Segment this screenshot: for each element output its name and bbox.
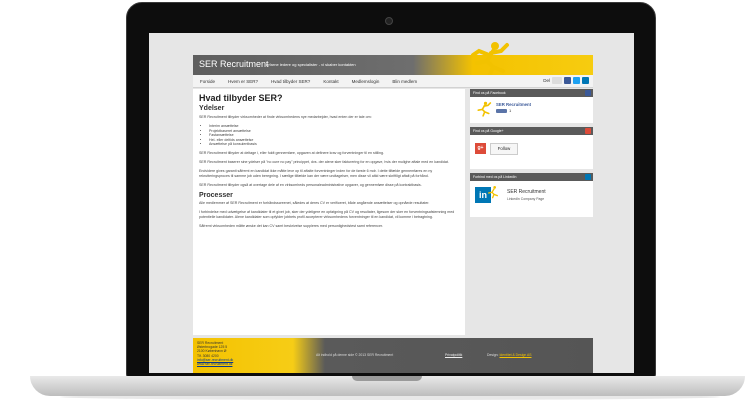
- facebook-icon[interactable]: [564, 77, 571, 84]
- nav-item-forside[interactable]: Forside: [200, 79, 215, 84]
- site-logo[interactable]: SER Recruitment: [199, 59, 269, 69]
- linkedin-widget: Forbind med os på LinkedIn in SER Recrui…: [470, 173, 593, 217]
- nav-item-kontakt[interactable]: Kontakt: [323, 79, 338, 84]
- laptop-lid: SER Recruitment erfarne ledere og specia…: [126, 2, 656, 380]
- nav-item-hvem[interactable]: Hvem er SER?: [228, 79, 258, 84]
- nav-item-bliv-medlem[interactable]: Blin medlem: [392, 79, 417, 84]
- linkedin-icon[interactable]: [585, 174, 591, 180]
- runner-logo-icon: [471, 42, 509, 79]
- section-heading-ydelser: Ydelser: [199, 105, 225, 112]
- laptop-base: [30, 376, 745, 396]
- camera-icon: [385, 17, 393, 25]
- widget-header: Find os på Facebook: [470, 89, 593, 97]
- widget-header: Find os på Google+: [470, 127, 593, 135]
- nav-item-medlemslogin[interactable]: Medlemslogin: [352, 79, 380, 84]
- widget-header: Forbind med os på LinkedIn: [470, 173, 593, 181]
- runner-logo-icon: [477, 101, 492, 117]
- widget-title: Find os på Google+: [473, 129, 504, 133]
- paragraph: I forbindelse med udvælgelse af kandidat…: [199, 209, 455, 219]
- share-label: Del: [543, 78, 550, 83]
- share-counter[interactable]: [552, 77, 562, 84]
- paragraph: Endvidere gives garanti såfremt en kandi…: [199, 168, 433, 178]
- laptop-screen: SER Recruitment erfarne ledere og specia…: [149, 33, 634, 373]
- site-header: SER Recruitment erfarne ledere og specia…: [193, 42, 593, 79]
- paragraph: Såfremt virksomheden måtte ønske det kan…: [199, 223, 383, 228]
- footer-web-link[interactable]: www.ser-recruitment.dk: [197, 362, 233, 366]
- nav-item-hvad-tilbyder[interactable]: Hvad tilbyder SER?: [271, 79, 310, 84]
- like-count: 1: [509, 108, 512, 113]
- footer-copyright: Alt indhold på denne side © 2013 SER Rec…: [316, 353, 394, 357]
- follow-button[interactable]: Follow: [490, 143, 518, 155]
- google-widget: Find os på Google+ g+ Follow: [470, 127, 593, 169]
- paragraph: SER Recruitment tilbyder at deltage i, e…: [199, 150, 384, 155]
- linkedin-subtitle: LinkedIn Company Page: [507, 197, 545, 201]
- twitter-icon[interactable]: [573, 77, 580, 84]
- paragraph: Alle medlemmer af SER Recruitment er for…: [199, 200, 430, 205]
- paragraph: SER Recruitment baserer sine ydelser på …: [199, 159, 449, 164]
- privacy-link[interactable]: Privatpolitik: [445, 353, 462, 357]
- site-tagline: erfarne ledere og specialister - vi skab…: [266, 62, 356, 67]
- google-plus-icon[interactable]: g+: [475, 143, 486, 154]
- site-footer: SER Recruitment Østerbrogade 125 5 2100 …: [193, 338, 593, 373]
- sidebar: Find os på Facebook SER Recruitment 1 Fi…: [470, 89, 593, 221]
- share-bar: Del: [543, 77, 589, 84]
- runner-logo-icon: [488, 186, 498, 199]
- design-prefix: Design:: [487, 353, 499, 357]
- paragraph: SER Recruitment tilbyder også at overtag…: [199, 182, 422, 187]
- google-plus-icon[interactable]: [585, 128, 591, 134]
- service-list: Interim ansættelse Projektbaseret ansætt…: [209, 124, 459, 147]
- facebook-page-box: SER Recruitment 1: [470, 97, 593, 123]
- design-link[interactable]: Identitet & Design AS: [499, 353, 531, 357]
- footer-address: SER Recruitment Østerbrogade 125 5 2100 …: [197, 341, 233, 366]
- linkedin-company-name[interactable]: SER Recruitment: [507, 189, 546, 195]
- linkedin-icon[interactable]: [582, 77, 589, 84]
- facebook-page-name[interactable]: SER Recruitment: [496, 102, 531, 107]
- widget-title: Forbind med os på LinkedIn: [473, 175, 517, 179]
- like-button[interactable]: [496, 109, 507, 113]
- facebook-widget: Find os på Facebook SER Recruitment 1: [470, 89, 593, 123]
- list-item: Ansættelse på konsulentbasis: [209, 142, 459, 147]
- paragraph: SER Recruitment tilbyder virksomheder at…: [199, 115, 372, 119]
- facebook-icon[interactable]: [585, 90, 591, 96]
- section-heading-processer: Processer: [199, 191, 233, 199]
- footer-design-credit: Design: Identitet & Design AS: [487, 353, 532, 357]
- laptop-notch: [352, 376, 422, 381]
- page-title: Hvad tilbyder SER?: [199, 93, 283, 103]
- main-nav: Forside Hvem er SER? Hvad tilbyder SER? …: [193, 75, 593, 88]
- website: SER Recruitment erfarne ledere og specia…: [193, 42, 593, 373]
- google-box: g+ Follow: [470, 135, 593, 169]
- linkedin-box: in SER Recruitment LinkedIn Company Page: [470, 181, 593, 217]
- main-content: Hvad tilbyder SER? Ydelser SER Recruitme…: [193, 89, 465, 335]
- widget-title: Find os på Facebook: [473, 91, 506, 95]
